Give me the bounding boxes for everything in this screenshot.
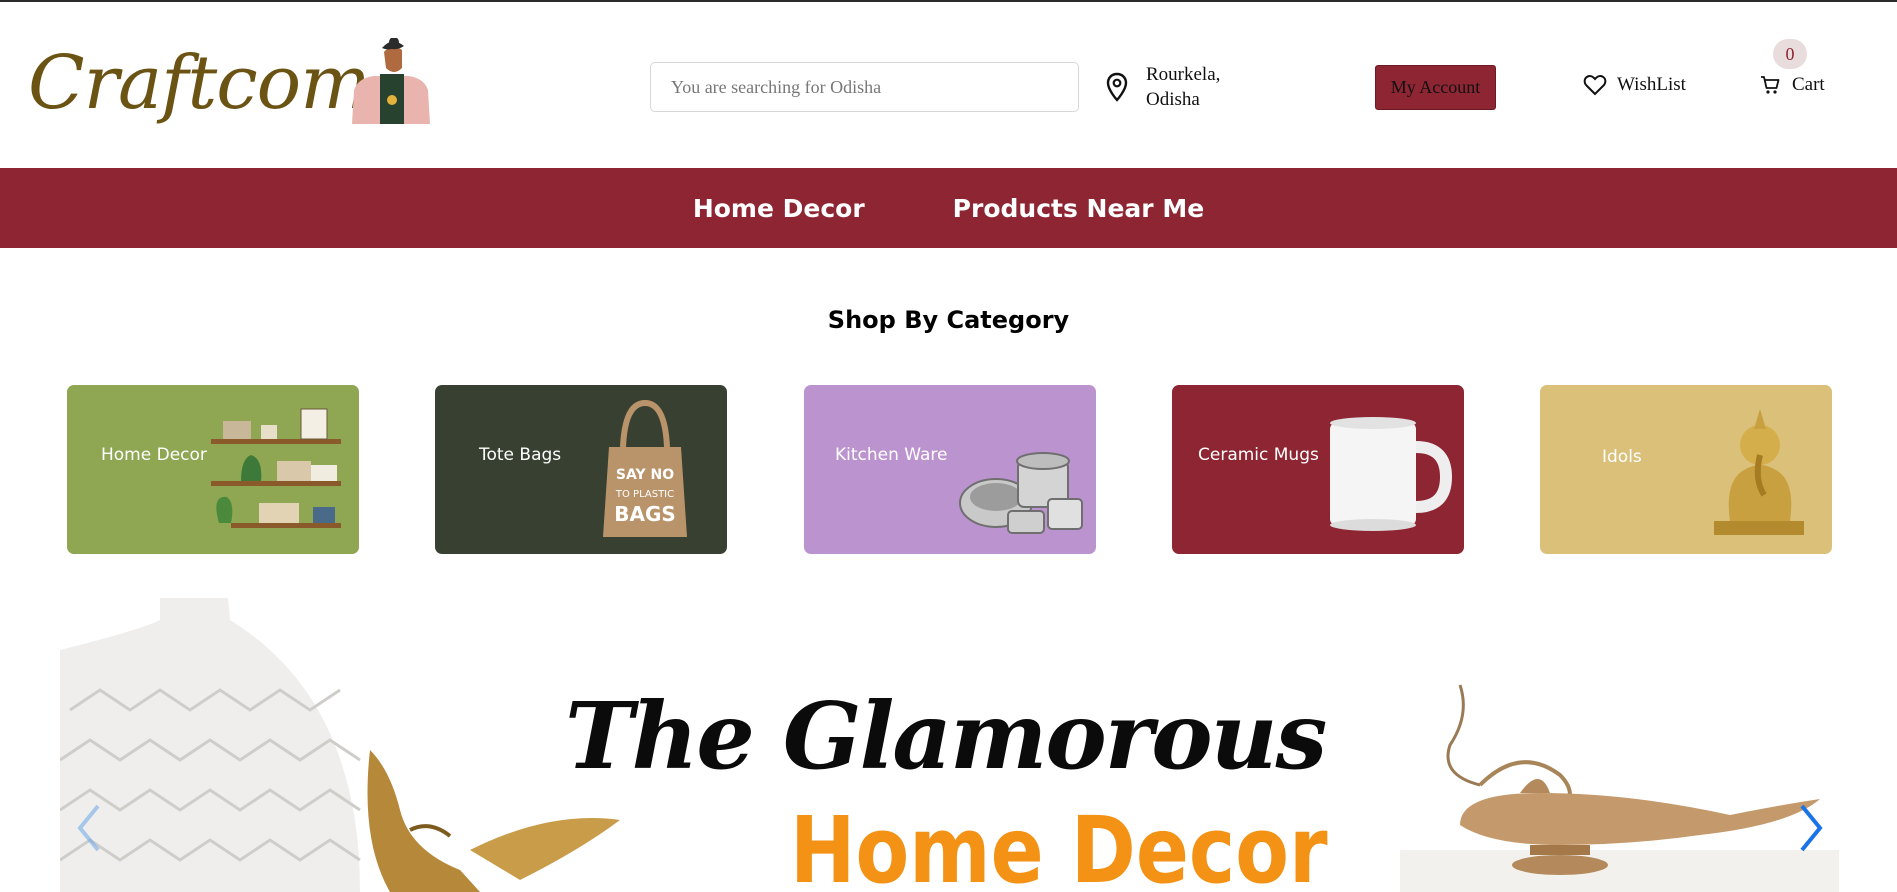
main-nav: Home Decor Products Near Me bbox=[0, 168, 1897, 248]
location-text: Rourkela, Odisha bbox=[1146, 62, 1220, 112]
banner-subheadline: Home Decor bbox=[790, 797, 1328, 892]
site-logo[interactable]: Craftcom bbox=[28, 38, 438, 128]
location-selector[interactable]: Rourkela, Odisha bbox=[1106, 62, 1220, 114]
chevron-left-icon[interactable] bbox=[70, 800, 110, 856]
location-state: Odisha bbox=[1146, 89, 1200, 110]
map-pin-icon bbox=[1106, 72, 1128, 102]
nav-item-home-decor[interactable]: Home Decor bbox=[693, 194, 865, 223]
cart-count-badge: 0 bbox=[1773, 39, 1807, 69]
chevron-right-icon[interactable] bbox=[1790, 800, 1830, 856]
category-label: Ceramic Mugs bbox=[1198, 445, 1319, 465]
my-account-button[interactable]: My Account bbox=[1375, 65, 1496, 110]
wishlist-link[interactable]: WishList bbox=[1583, 74, 1686, 96]
tote-bag-icon: SAY NO TO PLASTIC BAGS bbox=[603, 399, 687, 537]
category-label: Tote Bags bbox=[479, 445, 562, 465]
svg-text:BAGS: BAGS bbox=[614, 502, 676, 526]
category-card-ceramic-mugs[interactable]: Ceramic Mugs bbox=[1172, 385, 1464, 554]
heart-icon bbox=[1583, 75, 1607, 96]
site-header: Craftcom Rourkela, Odisha My Account Wis… bbox=[0, 2, 1897, 168]
category-card-kitchen-ware[interactable]: Kitchen Ware bbox=[804, 385, 1096, 554]
category-label: Home Decor bbox=[101, 445, 207, 465]
svg-text:TO PLASTIC: TO PLASTIC bbox=[615, 489, 674, 500]
category-label: Kitchen Ware bbox=[835, 445, 948, 465]
cookware-icon bbox=[959, 452, 1083, 534]
cart-label: Cart bbox=[1792, 74, 1825, 95]
search-input[interactable] bbox=[650, 62, 1079, 112]
mug-icon bbox=[1330, 417, 1453, 531]
category-card-tote-bags[interactable]: Tote Bags SAY NO TO PLASTIC BAGS bbox=[435, 385, 727, 554]
hero-banner[interactable]: The Glamorous Home Decor bbox=[60, 590, 1839, 892]
nav-item-products-near-me[interactable]: Products Near Me bbox=[953, 194, 1205, 223]
shop-by-category-title: Shop By Category bbox=[827, 306, 1070, 334]
idol-icon bbox=[1714, 409, 1804, 535]
logo-figure-icon bbox=[352, 38, 430, 124]
cart-icon bbox=[1761, 76, 1780, 94]
logo-wordmark: Craftcom bbox=[28, 40, 370, 126]
category-card-home-decor[interactable]: Home Decor bbox=[67, 385, 359, 554]
category-card-idols[interactable]: Idols bbox=[1540, 385, 1832, 554]
category-label: Idols bbox=[1602, 447, 1642, 467]
banner-headline: The Glamorous bbox=[565, 682, 1327, 790]
location-city: Rourkela, bbox=[1146, 64, 1221, 85]
svg-text:SAY NO: SAY NO bbox=[616, 467, 674, 483]
brass-lamp-image-icon bbox=[1400, 684, 1839, 892]
cart-link[interactable]: Cart bbox=[1760, 74, 1825, 96]
wishlist-label: WishList bbox=[1617, 74, 1686, 95]
shelf-decor-icon bbox=[211, 408, 341, 528]
